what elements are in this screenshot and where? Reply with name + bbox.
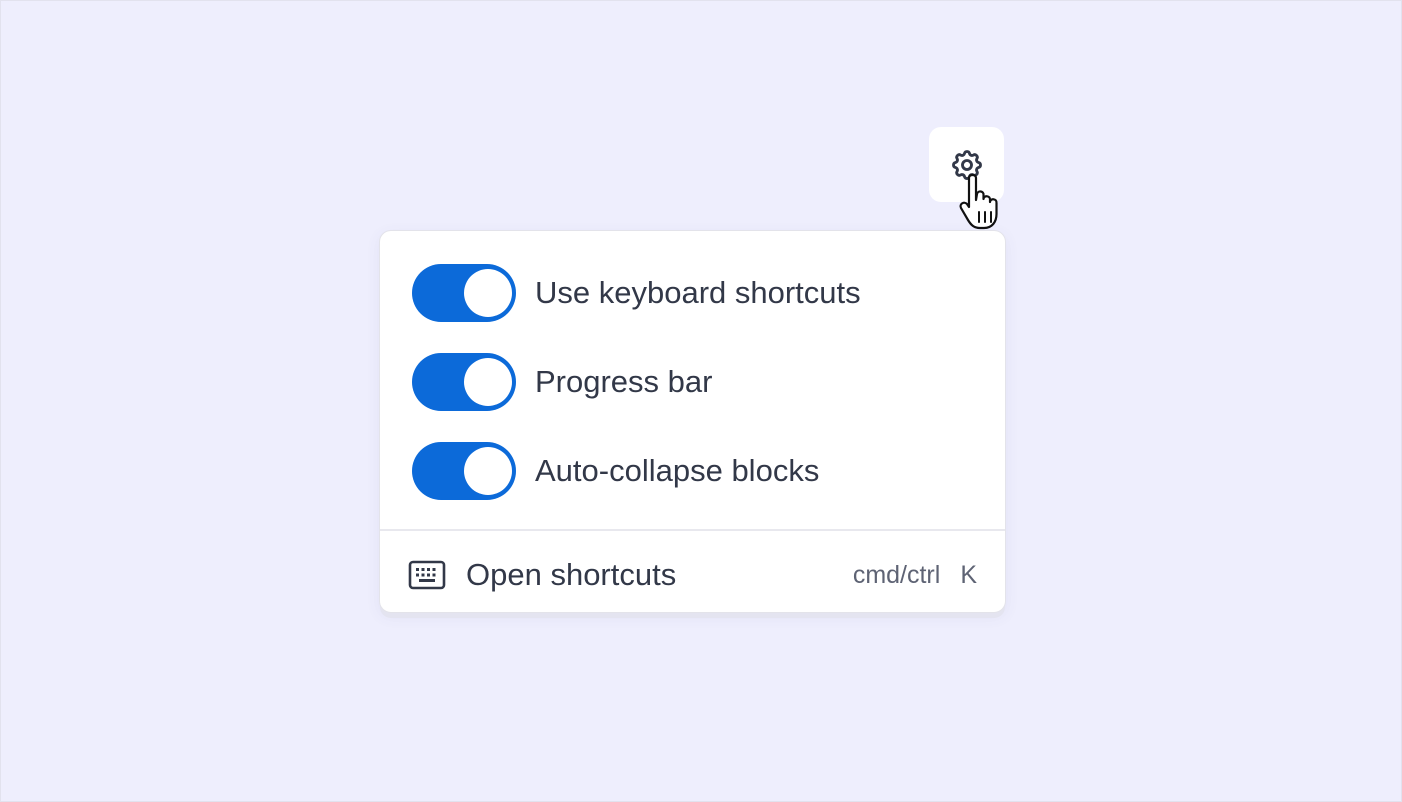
shortcut-modifier: cmd/ctrl	[852, 560, 941, 589]
gear-icon	[951, 149, 982, 180]
toggle-label: Auto-collapse blocks	[535, 453, 820, 488]
menu-divider	[380, 529, 1005, 531]
toggle-knob	[464, 447, 512, 495]
keyboard-icon	[408, 560, 446, 590]
toggle-row-progress-bar[interactable]: Progress bar	[412, 353, 712, 411]
shortcut-key: K	[960, 560, 977, 589]
auto-collapse-toggle[interactable]	[412, 442, 516, 500]
open-shortcuts-item[interactable]: Open shortcuts cmd/ctrl K	[408, 551, 977, 599]
progress-bar-toggle[interactable]	[412, 353, 516, 411]
settings-menu: Use keyboard shortcuts Progress bar Auto…	[379, 230, 1006, 613]
toggle-knob	[464, 358, 512, 406]
toggle-row-auto-collapse[interactable]: Auto-collapse blocks	[412, 442, 819, 500]
settings-button[interactable]	[929, 127, 1004, 202]
toggle-label: Use keyboard shortcuts	[535, 275, 861, 310]
open-shortcuts-label: Open shortcuts	[466, 557, 677, 592]
toggle-knob	[464, 269, 512, 317]
toggle-row-keyboard-shortcuts[interactable]: Use keyboard shortcuts	[412, 264, 861, 322]
toggle-label: Progress bar	[535, 364, 713, 399]
keyboard-shortcuts-toggle[interactable]	[412, 264, 516, 322]
